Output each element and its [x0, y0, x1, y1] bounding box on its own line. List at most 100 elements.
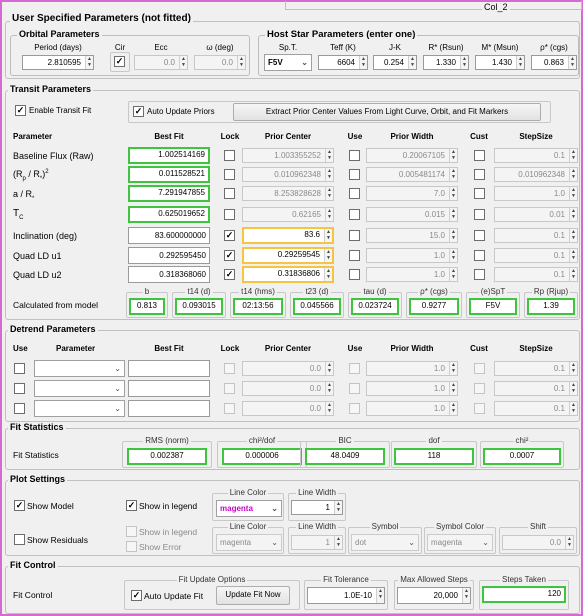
tc-ss-spinner[interactable]: ▲ ▼	[569, 208, 577, 221]
dt2-cust-checkbox[interactable]	[474, 403, 485, 414]
ldu1-pw-spinner[interactable]: ▲ ▼	[449, 249, 457, 262]
dt1-bestfit[interactable]	[128, 380, 210, 397]
dt0-bestfit[interactable]	[128, 360, 210, 377]
ars-prior-width[interactable]: 7.0 ▲ ▼	[366, 186, 458, 201]
dt1-pc-spinner[interactable]: ▲ ▼	[325, 382, 333, 395]
tolerance-spinner[interactable]: ▲ ▼	[376, 588, 384, 603]
dt2-use-checkbox[interactable]	[14, 403, 25, 414]
ldu1-use-checkbox[interactable]	[349, 250, 360, 261]
inclination-cust-checkbox[interactable]	[474, 230, 485, 241]
tc-stepsize[interactable]: 0.01 ▲ ▼	[494, 207, 578, 222]
ldu1-bestfit[interactable]: 0.292595450	[128, 247, 210, 264]
inclination-pc-spinner[interactable]: ▲ ▼	[324, 229, 332, 242]
ldu1-ss-spinner[interactable]: ▲ ▼	[569, 249, 577, 262]
ars-cust-checkbox[interactable]	[474, 188, 485, 199]
cir-checkbox[interactable]: ✓	[114, 56, 125, 67]
model-width-input[interactable]: 1 ▲ ▼	[291, 500, 343, 515]
period-spinner[interactable]: ▲ ▼	[85, 56, 93, 69]
max-steps-spinner[interactable]: ▲ ▼	[462, 588, 470, 603]
baseline-ss-spinner[interactable]: ▲ ▼	[569, 149, 577, 162]
auto-update-fit-checkbox[interactable]: ✓	[131, 590, 142, 601]
tc-use-checkbox[interactable]	[349, 209, 360, 220]
res-width-spinner[interactable]: ▲ ▼	[334, 536, 342, 549]
baseline-prior-width[interactable]: 0.20067105 ▲ ▼	[366, 148, 458, 163]
ecc-input[interactable]: 0.0 ▲ ▼	[134, 55, 188, 70]
ldu2-prior-center[interactable]: 0.31836806 ▲ ▼	[242, 266, 334, 283]
dt2-use2-checkbox[interactable]	[349, 403, 360, 414]
inclination-stepsize[interactable]: 0.1 ▲ ▼	[494, 228, 578, 243]
ldu2-stepsize[interactable]: 0.1 ▲ ▼	[494, 267, 578, 282]
dt1-pw-spinner[interactable]: ▲ ▼	[449, 382, 457, 395]
ldu1-cust-checkbox[interactable]	[474, 250, 485, 261]
dt1-stepsize[interactable]: 0.1 ▲ ▼	[494, 381, 578, 396]
inclination-lock-checkbox[interactable]: ✓	[224, 230, 235, 241]
rprs-pw-spinner[interactable]: ▲ ▼	[449, 168, 457, 181]
tolerance-input[interactable]: 1.0E-10 ▲ ▼	[307, 587, 385, 604]
rprs-bestfit[interactable]: 0.011528521	[128, 166, 210, 183]
show-residuals-checkbox[interactable]	[14, 534, 25, 545]
dt1-param-dropdown[interactable]: ⌄	[34, 380, 125, 397]
ldu1-lock-checkbox[interactable]: ✓	[224, 250, 235, 261]
dt2-pc-spinner[interactable]: ▲ ▼	[325, 402, 333, 415]
show-error-checkbox[interactable]	[126, 541, 137, 552]
period-input[interactable]: 2.810595 ▲ ▼	[22, 55, 94, 70]
ars-prior-center[interactable]: 8.253828628 ▲ ▼	[242, 186, 334, 201]
symbol-color-dropdown[interactable]: magenta ⌄	[427, 534, 493, 551]
inclination-ss-spinner[interactable]: ▲ ▼	[569, 229, 577, 242]
ldu2-pc-spinner[interactable]: ▲ ▼	[324, 268, 332, 281]
dt1-use-checkbox[interactable]	[14, 383, 25, 394]
rho-spinner[interactable]: ▲ ▼	[568, 56, 576, 69]
max-steps-input[interactable]: 20,000 ▲ ▼	[397, 587, 471, 604]
dt0-pc-spinner[interactable]: ▲ ▼	[325, 362, 333, 375]
baseline-cust-checkbox[interactable]	[474, 150, 485, 161]
dt1-prior-center[interactable]: 0.0 ▲ ▼	[242, 381, 334, 396]
omega-input[interactable]: 0.0 ▲ ▼	[194, 55, 246, 70]
dt0-ss-spinner[interactable]: ▲ ▼	[569, 362, 577, 375]
ldu2-prior-width[interactable]: 1.0 ▲ ▼	[366, 267, 458, 282]
ldu2-pw-spinner[interactable]: ▲ ▼	[449, 268, 457, 281]
dt0-lock-checkbox[interactable]	[224, 363, 235, 374]
tc-cust-checkbox[interactable]	[474, 209, 485, 220]
dt1-prior-width[interactable]: 1.0 ▲ ▼	[366, 381, 458, 396]
ars-stepsize[interactable]: 1.0 ▲ ▼	[494, 186, 578, 201]
rprs-pc-spinner[interactable]: ▲ ▼	[325, 168, 333, 181]
model-legend-checkbox[interactable]: ✓	[126, 500, 137, 511]
enable-transit-checkbox[interactable]: ✓	[15, 105, 26, 116]
model-width-spinner[interactable]: ▲ ▼	[334, 501, 342, 514]
inclination-pw-spinner[interactable]: ▲ ▼	[449, 229, 457, 242]
ldu2-use-checkbox[interactable]	[349, 269, 360, 280]
extract-priors-button[interactable]: Extract Prior Center Values From Light C…	[233, 103, 541, 121]
jk-spinner[interactable]: ▲ ▼	[408, 56, 416, 69]
ars-pc-spinner[interactable]: ▲ ▼	[325, 187, 333, 200]
ldu1-prior-center[interactable]: 0.29259545 ▲ ▼	[242, 247, 334, 264]
ars-lock-checkbox[interactable]	[224, 188, 235, 199]
rprs-cust-checkbox[interactable]	[474, 169, 485, 180]
baseline-stepsize[interactable]: 0.1 ▲ ▼	[494, 148, 578, 163]
rprs-prior-center[interactable]: 0.010962348 ▲ ▼	[242, 167, 334, 182]
tc-lock-checkbox[interactable]	[224, 209, 235, 220]
dt0-use2-checkbox[interactable]	[349, 363, 360, 374]
dt1-lock-checkbox[interactable]	[224, 383, 235, 394]
shift-input[interactable]: 0.0 ▲ ▼	[502, 535, 574, 550]
ars-pw-spinner[interactable]: ▲ ▼	[449, 187, 457, 200]
ecc-spinner[interactable]: ▲ ▼	[179, 56, 187, 69]
dt0-stepsize[interactable]: 0.1 ▲ ▼	[494, 361, 578, 376]
dt0-param-dropdown[interactable]: ⌄	[34, 360, 125, 377]
dt1-cust-checkbox[interactable]	[474, 383, 485, 394]
symbol-dropdown[interactable]: dot ⌄	[351, 534, 419, 551]
inclination-prior-width[interactable]: 15.0 ▲ ▼	[366, 228, 458, 243]
teff-input[interactable]: 6604 ▲ ▼	[318, 55, 368, 70]
dt0-cust-checkbox[interactable]	[474, 363, 485, 374]
res-legend-checkbox[interactable]	[126, 526, 137, 537]
inclination-bestfit[interactable]: 83.600000000	[128, 227, 210, 244]
ldu1-prior-width[interactable]: 1.0 ▲ ▼	[366, 248, 458, 263]
tc-pw-spinner[interactable]: ▲ ▼	[449, 208, 457, 221]
baseline-pc-spinner[interactable]: ▲ ▼	[325, 149, 333, 162]
tc-prior-center[interactable]: 0.62165 ▲ ▼	[242, 207, 334, 222]
dt2-prior-width[interactable]: 1.0 ▲ ▼	[366, 401, 458, 416]
model-color-dropdown[interactable]: magenta ⌄	[216, 500, 282, 517]
dt2-ss-spinner[interactable]: ▲ ▼	[569, 402, 577, 415]
ldu2-cust-checkbox[interactable]	[474, 269, 485, 280]
rprs-prior-width[interactable]: 0.005481174 ▲ ▼	[366, 167, 458, 182]
baseline-bestfit[interactable]: 1.002514169	[128, 147, 210, 164]
